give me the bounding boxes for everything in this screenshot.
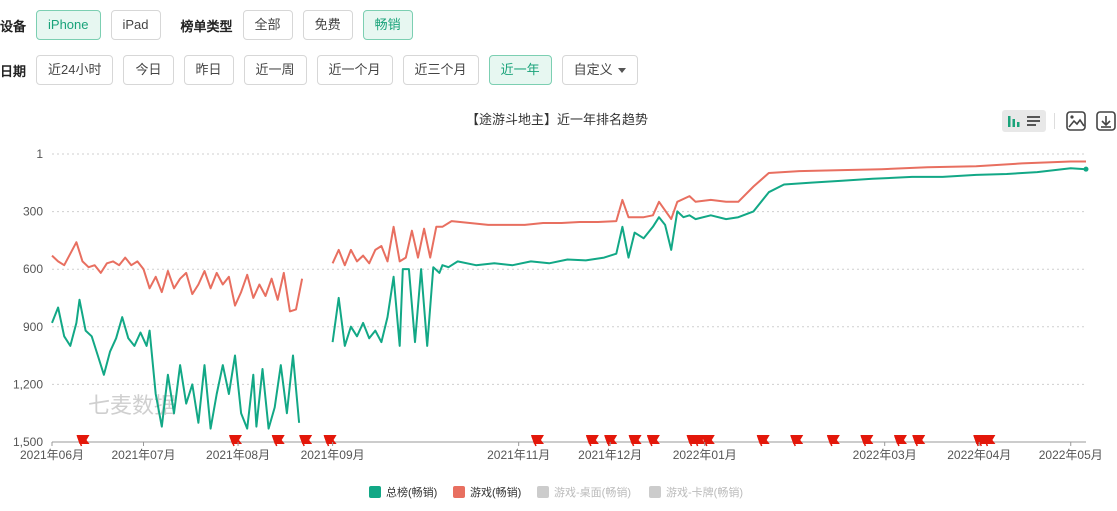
series-line-1 <box>51 160 1086 313</box>
x-tick-label: 2022年03月 <box>853 448 917 462</box>
event-flag-icon <box>912 435 926 447</box>
legend: 总榜(畅销) 游戏(畅销) 游戏-桌面(畅销) 游戏-卡牌(畅销) <box>369 485 743 499</box>
event-flag-icon <box>299 435 313 447</box>
flag-body <box>860 435 874 444</box>
legend-label: 游戏-桌面(畅销) <box>554 485 631 499</box>
legend-item: 总榜(畅销) <box>369 485 437 499</box>
date-option-week[interactable]: 近一周 <box>243 55 307 85</box>
event-flag-icon <box>323 435 337 447</box>
legend-item: 游戏(畅销) <box>453 485 521 499</box>
y-tick-label: 600 <box>23 262 43 276</box>
series-end-point <box>1083 166 1089 172</box>
flag-body <box>756 435 770 444</box>
legend-label: 游戏-卡牌(畅销) <box>666 485 743 499</box>
date-option-today[interactable]: 今日 <box>123 55 174 85</box>
device-option-iphone[interactable]: iPhone <box>36 10 101 40</box>
event-flag-icon <box>893 435 907 447</box>
x-axis: 2021年06月 2021年07月 2021年08月 2021年09月 2021年11月… <box>20 442 1103 462</box>
flag-body <box>646 435 660 444</box>
y-tick-label: 900 <box>23 320 43 334</box>
flag-body <box>323 435 337 444</box>
event-flag-icon <box>982 435 996 447</box>
event-flag-icon <box>790 435 804 447</box>
flag-body <box>530 435 544 444</box>
y-tick-label: 1,500 <box>13 435 43 449</box>
date-custom-dropdown[interactable]: 自定义 <box>561 55 638 85</box>
event-flag-icon <box>628 435 642 447</box>
x-tick-label: 2021年07月 <box>111 448 175 462</box>
ranking-trend-chart: 【途游斗地主】近一年排名趋势 13006009001,2001,500 七麦数据… <box>13 112 1103 499</box>
x-tick-label: 2022年05月 <box>1039 448 1103 462</box>
x-tick-label: 2022年04月 <box>947 448 1011 462</box>
date-option-year[interactable]: 近一年 <box>488 55 552 85</box>
device-filter-label: 设备 <box>0 18 27 34</box>
x-tick-label: 2021年06月 <box>20 448 84 462</box>
flag-body <box>912 435 926 444</box>
chart-title: 【途游斗地主】近一年排名趋势 <box>466 112 648 127</box>
flag-layer <box>76 435 996 447</box>
flag-body <box>893 435 907 444</box>
filter-row-device-type: 设备 iPhone iPad 榜单类型 全部 免费 畅销 <box>0 10 423 40</box>
chevron-down-icon <box>617 68 626 74</box>
x-tick-label: 2021年08月 <box>206 448 270 462</box>
legend-item: 游戏-桌面(畅销) <box>537 485 631 499</box>
flag-body <box>628 435 642 444</box>
date-custom-label: 自定义 <box>573 62 613 77</box>
flag-body <box>826 435 840 444</box>
series-layer <box>51 160 1089 430</box>
event-flag-icon <box>646 435 660 447</box>
event-flag-icon <box>826 435 840 447</box>
x-tick-label: 2021年11月 <box>487 448 550 462</box>
date-filter-label: 日期 <box>0 63 27 79</box>
date-option-month[interactable]: 近一个月 <box>316 55 393 85</box>
event-flag-icon <box>860 435 874 447</box>
list-type-option-free[interactable]: 免费 <box>302 10 353 40</box>
event-flag-icon <box>701 435 715 447</box>
event-flag-icon <box>585 435 599 447</box>
y-tick-label: 1 <box>36 147 43 161</box>
flag-body <box>790 435 804 444</box>
date-option-three-months[interactable]: 近三个月 <box>402 55 479 85</box>
flag-body <box>271 435 285 444</box>
flag-body <box>299 435 313 444</box>
flag-body <box>585 435 599 444</box>
legend-label: 总榜(畅销) <box>386 485 437 499</box>
date-option-yesterday[interactable]: 昨日 <box>183 55 234 85</box>
legend-swatch <box>537 486 549 498</box>
event-flag-icon <box>229 435 243 447</box>
list-type-option-all[interactable]: 全部 <box>242 10 293 40</box>
event-flag-icon <box>530 435 544 447</box>
legend-swatch <box>369 486 381 498</box>
filter-row-date: 日期 近24小时 今日 昨日 近一周 近一个月 近三个月 近一年 自定义 <box>0 55 648 85</box>
legend-label: 游戏(畅销) <box>470 485 521 499</box>
date-option-24h[interactable]: 近24小时 <box>36 55 114 85</box>
flag-body <box>76 435 90 444</box>
y-tick-label: 300 <box>23 205 43 219</box>
legend-swatch <box>453 486 465 498</box>
flag-body <box>229 435 243 444</box>
event-flag-icon <box>756 435 770 447</box>
legend-item: 游戏-卡牌(畅销) <box>649 485 743 499</box>
event-flag-icon <box>271 435 285 447</box>
series-line-0 <box>51 167 1087 430</box>
x-tick-label: 2021年09月 <box>301 448 365 462</box>
y-tick-label: 1,200 <box>13 377 43 391</box>
x-tick-label: 2021年12月 <box>578 448 642 462</box>
x-tick-label: 2022年01月 <box>673 448 737 462</box>
list-type-option-grossing[interactable]: 畅销 <box>362 10 413 40</box>
legend-swatch <box>649 486 661 498</box>
event-flag-icon <box>76 435 90 447</box>
device-option-ipad[interactable]: iPad <box>110 10 161 40</box>
list-type-filter-label: 榜单类型 <box>180 18 233 34</box>
